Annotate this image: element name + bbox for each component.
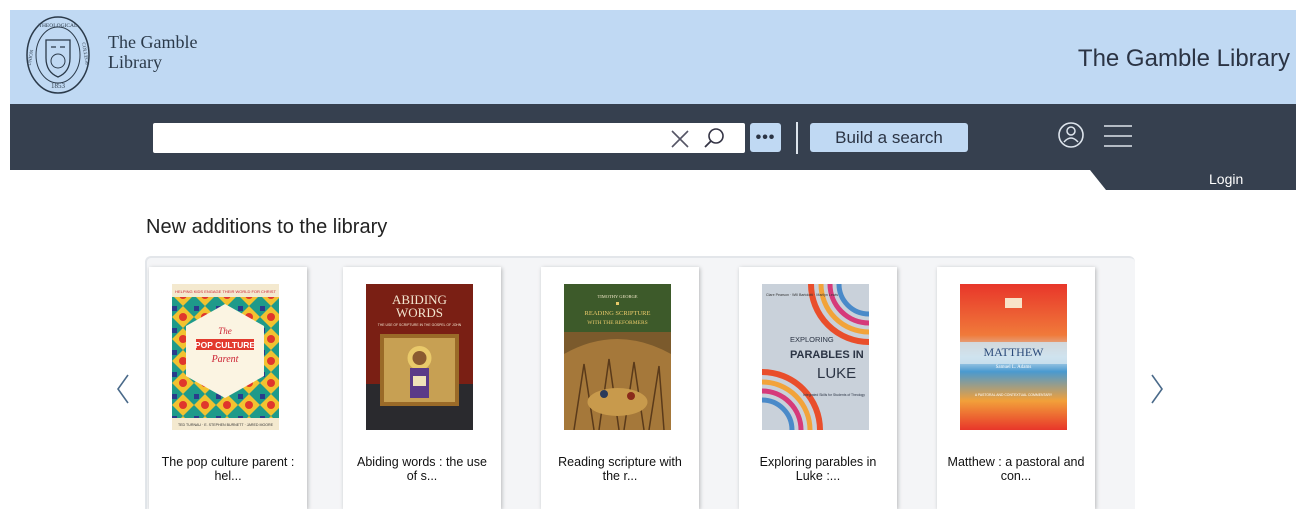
hamburger-menu-icon xyxy=(1104,125,1132,147)
book-cover-image[interactable]: MATTHEW Samuel L. Adams A PASTORAL AND C… xyxy=(960,284,1067,430)
book-title-line-1: Reading scripture with xyxy=(558,455,682,469)
book-title-line-2: of s... xyxy=(406,469,438,483)
book-title-line-2: the r... xyxy=(602,469,638,483)
carousel-prev-button[interactable] xyxy=(113,372,133,406)
login-tab-shape xyxy=(1090,170,1296,190)
book-card[interactable]: TIMOTHY GEORGE READING SCRIPTURE WITH TH… xyxy=(541,267,699,509)
top-strip xyxy=(0,0,1296,10)
search-input[interactable] xyxy=(153,123,663,153)
user-icon xyxy=(1058,122,1084,148)
book-title-line-2: con... xyxy=(1000,469,1032,483)
book-title[interactable]: Matthew : a pastoral and con... xyxy=(945,455,1087,483)
section-title: New additions to the library xyxy=(146,216,388,238)
cover3-author: TIMOTHY GEORGE xyxy=(598,294,638,299)
cover1-authors: TED TURNAU · E. STEPHEN BURNETT · JARED … xyxy=(178,423,274,427)
book-cover-image[interactable]: HELPING KIDS ENGAGE THEIR WORLD FOR CHRI… xyxy=(172,284,279,430)
book-card[interactable]: HELPING KIDS ENGAGE THEIR WORLD FOR CHRI… xyxy=(149,267,307,509)
search-icon xyxy=(704,128,724,148)
cover5-author: Samuel L. Adams xyxy=(996,365,1032,370)
book-card[interactable]: Clare Pearson · Will Bartolotti · Marily… xyxy=(739,267,897,509)
book-title[interactable]: Reading scripture with the r... xyxy=(549,455,691,483)
book-title[interactable]: Exploring parables in Luke :... xyxy=(747,455,889,483)
logo-line-2: Library xyxy=(108,52,162,72)
logo-line-1: The Gamble xyxy=(108,32,198,52)
search-button[interactable] xyxy=(699,126,729,150)
cover3-heading-1: READING SCRIPTURE xyxy=(585,310,651,317)
cover4-heading-2: PARABLES IN xyxy=(790,349,864,361)
seal-year-text: 1853 xyxy=(51,82,66,90)
navbar-divider xyxy=(796,122,798,154)
book-title-line-2: hel... xyxy=(214,469,242,483)
book-title[interactable]: The pop culture parent : hel... xyxy=(157,455,299,483)
college-seal-logo[interactable]: 1853 THEOLOGICAL UNION COLLEGE xyxy=(24,14,92,96)
book-title[interactable]: Abiding words : the use of s... xyxy=(351,455,493,483)
cover5-subtitle: A PASTORAL AND CONTEXTUAL COMMENTARY xyxy=(975,393,1053,397)
seal-top-text: THEOLOGICAL xyxy=(39,23,78,29)
book-cover-image[interactable]: ABIDING WORDS THE USE OF SCRIPTURE IN TH… xyxy=(366,284,473,430)
chevron-right-icon xyxy=(1151,374,1163,404)
user-account-button[interactable] xyxy=(1056,118,1086,152)
cover2-subtitle: THE USE OF SCRIPTURE IN THE GOSPEL OF JO… xyxy=(378,323,462,327)
build-search-button[interactable]: Build a search xyxy=(810,123,968,152)
cover2-heading-2: WORDS xyxy=(396,305,443,320)
carousel-next-button[interactable] xyxy=(1147,372,1167,406)
cover4-heading-3: LUKE xyxy=(817,365,856,382)
book-title-line-1: Matthew : a pastoral and xyxy=(947,455,1085,469)
seal-left-text: UNION xyxy=(28,49,36,66)
chevron-left-icon xyxy=(117,374,129,404)
book-cover-image[interactable]: TIMOTHY GEORGE READING SCRIPTURE WITH TH… xyxy=(564,284,671,430)
book-title-line-1: Exploring parables in xyxy=(759,455,877,469)
book-cover-image[interactable]: Clare Pearson · Will Bartolotti · Marily… xyxy=(762,284,869,430)
cover3-heading-2: WITH THE REFORMERS xyxy=(587,320,647,326)
login-link[interactable]: Login xyxy=(1209,171,1243,187)
cover1-top-text: HELPING KIDS ENGAGE THEIR WORLD FOR CHRI… xyxy=(175,289,276,294)
cover1-heading-2: POP CULTURE xyxy=(195,340,255,350)
book-card[interactable]: ABIDING WORDS THE USE OF SCRIPTURE IN TH… xyxy=(343,267,501,509)
cover1-heading-1: The xyxy=(218,326,232,336)
cover5-heading-1: MATTHEW xyxy=(984,345,1045,359)
book-title-line-1: Abiding words : the use xyxy=(357,455,487,469)
book-title-line-1: The pop culture parent : xyxy=(161,455,295,469)
close-icon xyxy=(671,130,689,148)
book-title-line-2: Luke :... xyxy=(795,469,841,483)
site-header: 1853 THEOLOGICAL UNION COLLEGE The Gambl… xyxy=(10,10,1296,104)
search-box xyxy=(153,123,745,153)
more-options-button[interactable]: ••• xyxy=(750,123,781,152)
cover4-heading-1: EXPLORING xyxy=(790,335,834,344)
site-title: The Gamble Library xyxy=(1077,45,1290,72)
cover4-authors: Clare Pearson · Will Bartolotti · Marily… xyxy=(766,293,838,297)
cover4-subtitle: Integrated Skills for Students of Theolo… xyxy=(803,393,865,397)
book-card[interactable]: MATTHEW Samuel L. Adams A PASTORAL AND C… xyxy=(937,267,1095,509)
library-logo-text[interactable]: The Gamble Library xyxy=(108,32,197,72)
more-options-label: ••• xyxy=(755,128,776,146)
main-menu-button[interactable] xyxy=(1100,120,1136,152)
search-navbar: ••• Build a search xyxy=(10,104,1296,170)
clear-search-button[interactable] xyxy=(668,127,692,151)
cover1-heading-3: Parent xyxy=(211,354,239,365)
